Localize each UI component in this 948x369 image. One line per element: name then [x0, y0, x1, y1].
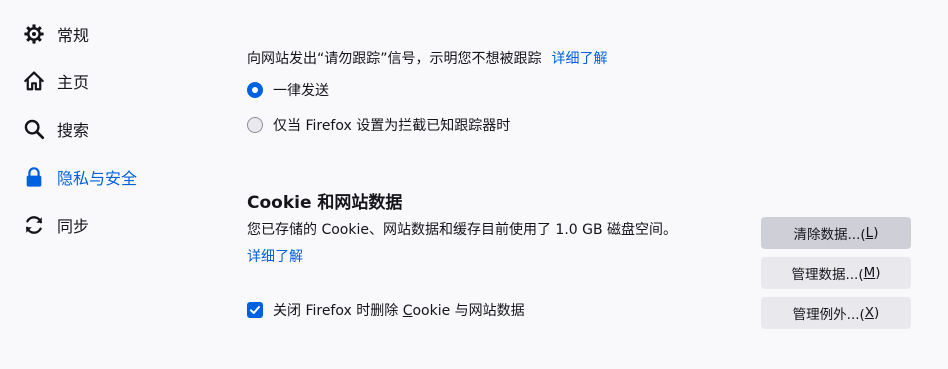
radio-only-when-blocking[interactable]: 仅当 Firefox 设置为拦截已知跟踪器时 [247, 115, 510, 135]
radio-selected-indicator[interactable] [247, 82, 263, 98]
radio-label: 一律发送 [273, 83, 329, 99]
lock-icon [22, 165, 46, 189]
sidebar-item-label: 同步 [57, 217, 90, 236]
do-not-track-description: 向网站发出“请勿跟踪”信号，示明您不想被跟踪 详细了解 [247, 48, 608, 68]
manage-data-button[interactable]: 管理数据...(M) [761, 257, 911, 289]
sidebar-item-privacy[interactable]: 隐私与安全 [22, 162, 137, 192]
cookies-learn-more-link[interactable]: 详细了解 [247, 246, 303, 266]
search-icon [22, 117, 46, 141]
sidebar-item-label: 隐私与安全 [57, 169, 138, 188]
cookies-section-title: Cookie 和网站数据 [247, 193, 403, 213]
sidebar-item-search[interactable]: 搜索 [22, 114, 89, 144]
checkbox-label: 关闭 Firefox 时删除 Cookie 与网站数据 [273, 303, 525, 319]
clear-data-button[interactable]: 清除数据...(L) [761, 217, 911, 249]
radio-unselected-indicator[interactable] [247, 117, 263, 133]
sidebar-item-home[interactable]: 主页 [22, 66, 89, 96]
home-icon [22, 69, 46, 93]
sidebar-item-general[interactable]: 常规 [22, 19, 89, 49]
checkmark-icon [250, 306, 260, 314]
checkbox-checked-indicator[interactable] [247, 302, 263, 318]
delete-cookies-on-close-checkbox[interactable]: 关闭 Firefox 时删除 Cookie 与网站数据 [247, 300, 525, 320]
cookies-usage-description: 您已存储的 Cookie、网站数据和缓存目前使用了 1.0 GB 磁盘空间。 [247, 222, 678, 238]
manage-exceptions-button[interactable]: 管理例外...(X) [761, 297, 911, 329]
gear-icon [22, 22, 46, 46]
sidebar-item-label: 主页 [57, 73, 90, 92]
do-not-track-text: 向网站发出“请勿跟踪”信号，示明您不想被跟踪 [247, 51, 542, 67]
sidebar-item-label: 常规 [57, 26, 90, 45]
radio-label: 仅当 Firefox 设置为拦截已知跟踪器时 [273, 118, 511, 134]
sidebar-item-sync[interactable]: 同步 [22, 210, 89, 240]
do-not-track-learn-more-link[interactable]: 详细了解 [552, 51, 608, 67]
radio-always-send[interactable]: 一律发送 [247, 80, 329, 100]
sync-icon [22, 213, 46, 237]
sidebar-item-label: 搜索 [57, 121, 90, 140]
preferences-page: 常规 主页 搜索 隐私与安全 同步 向网站发出“请勿跟踪”信号，示明您不想被跟踪… [0, 0, 948, 369]
